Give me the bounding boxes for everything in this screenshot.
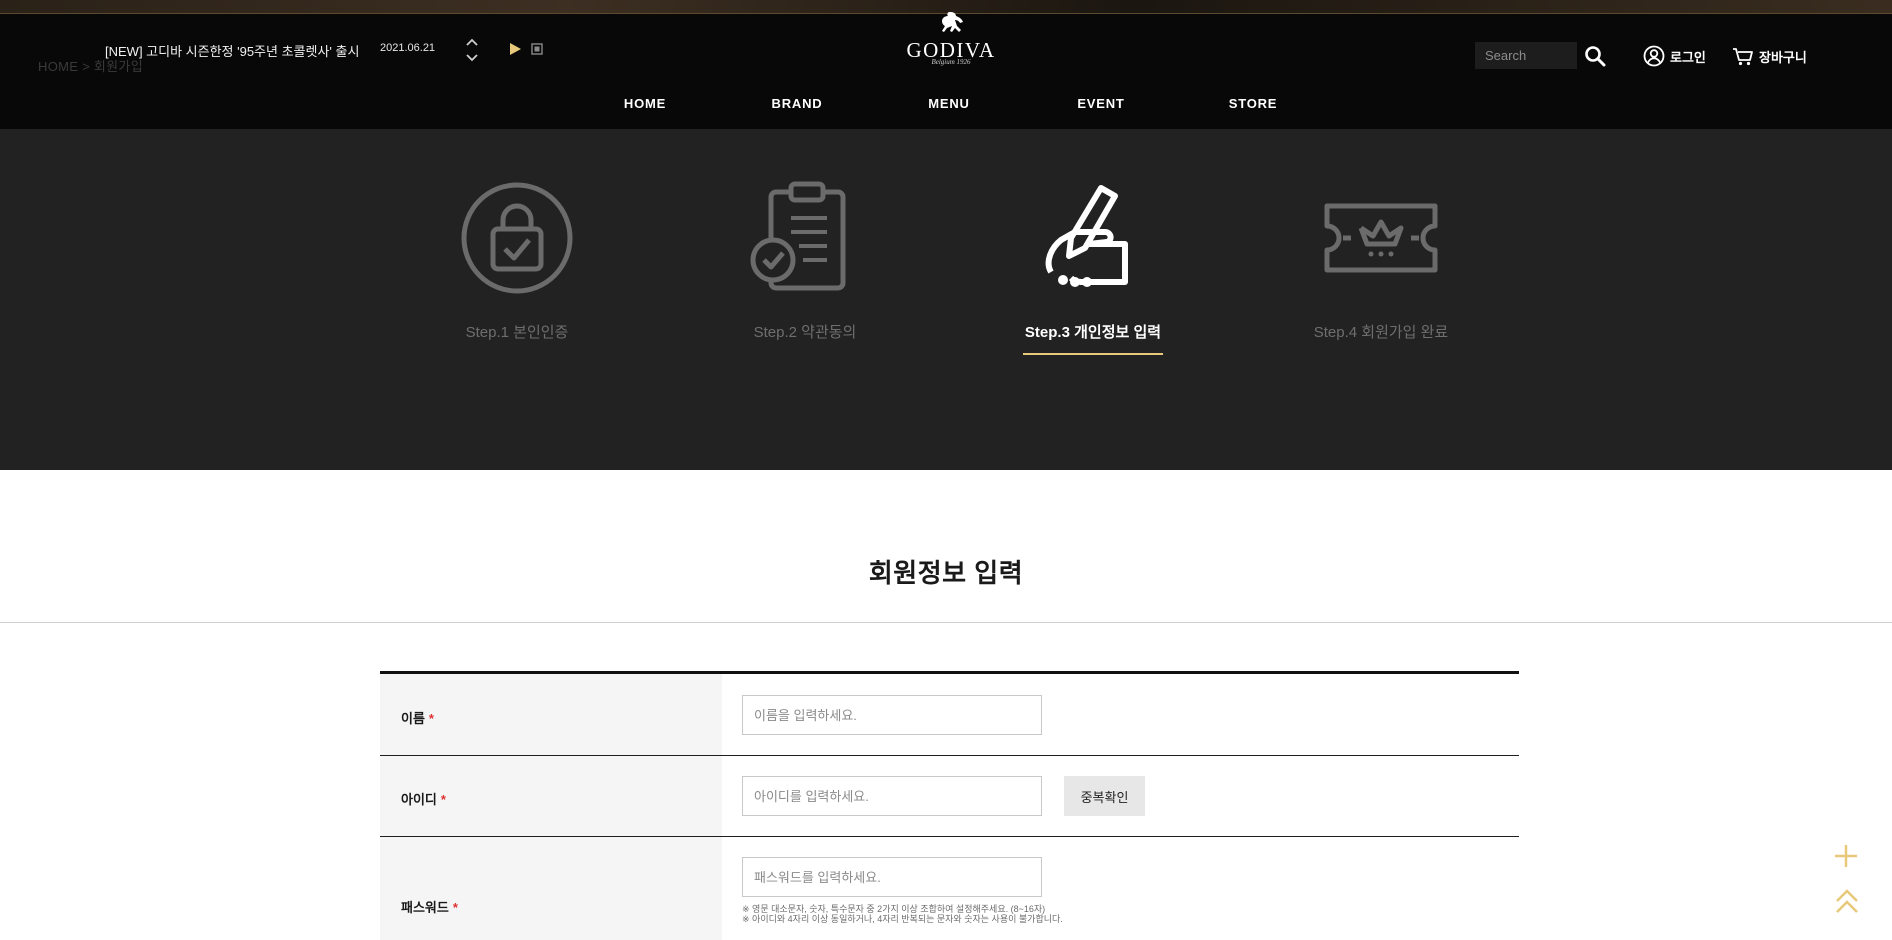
stop-icon[interactable] bbox=[531, 43, 543, 55]
signup-steps: Step.1 본인인증 Step.2 약관동의 Step.3 개인정보 입력 S… bbox=[0, 129, 1892, 470]
notice-date: 2021.06.21 bbox=[380, 42, 436, 54]
step-1-label: Step.1 본인인증 bbox=[465, 324, 569, 341]
name-input[interactable] bbox=[742, 695, 1042, 735]
name-label: 이름 * bbox=[401, 708, 434, 727]
play-icon[interactable] bbox=[508, 42, 522, 56]
form-row-name: 이름 * bbox=[380, 674, 1519, 756]
user-icon bbox=[1643, 45, 1665, 67]
row-head bbox=[380, 837, 722, 940]
password-input[interactable] bbox=[742, 857, 1042, 897]
active-step-underline bbox=[1023, 353, 1163, 355]
step-3-label: Step.3 개인정보 입력 bbox=[1024, 324, 1162, 341]
form-row-id: 아이디* 중복확인 bbox=[380, 756, 1519, 837]
notice-up-down-icon[interactable] bbox=[464, 35, 480, 65]
required-mark: * bbox=[452, 900, 458, 915]
id-label: 아이디 * bbox=[401, 789, 446, 808]
lock-check-icon bbox=[461, 182, 573, 294]
main-navigation: HOME BRAND MENU EVENT STORE bbox=[0, 96, 1892, 118]
step-4-label: Step.4 회원가입 완료 bbox=[1313, 324, 1449, 341]
site-header: HOME > 회원가입 [NEW] 고디바 시즌한정 '95주년 초콜렛사' 출… bbox=[0, 0, 1892, 129]
id-label-text: 아이디 bbox=[401, 792, 437, 807]
password-label: 패스워드 * bbox=[401, 897, 458, 916]
logo-tagline: Belgium 1926 bbox=[931, 58, 971, 66]
cart-label: 장바구니 bbox=[1759, 49, 1807, 65]
form-row-password: 패스워드 * ※ 영문 대소문자, 숫자, 특수문자 중 2가지 이상 조합하여 … bbox=[380, 837, 1519, 940]
nav-brand[interactable]: BRAND bbox=[772, 96, 823, 111]
duplicate-check-button[interactable]: 중복확인 bbox=[1064, 776, 1145, 816]
search-input[interactable] bbox=[1475, 42, 1577, 69]
password-hint: ※ 아이디와 4자리 이상 동일하거나, 4자리 반복되는 문자와 숫자는 사용… bbox=[742, 914, 1063, 924]
search-icon[interactable] bbox=[1584, 45, 1606, 67]
plus-icon[interactable] bbox=[1833, 843, 1859, 869]
nav-home[interactable]: HOME bbox=[624, 96, 666, 111]
required-mark: * bbox=[428, 711, 434, 726]
notice-headline[interactable]: [NEW] 고디바 시즌한정 '95주년 초콜렛사' 출시 bbox=[105, 41, 359, 60]
page-title: 회원정보 입력 bbox=[868, 558, 1024, 588]
godiva-logo[interactable]: GODIVA Belgium 1926 bbox=[905, 10, 997, 68]
name-label-text: 이름 bbox=[401, 711, 425, 726]
password-hint: ※ 영문 대소문자, 숫자, 특수문자 중 2가지 이상 조합하여 설정해주세요… bbox=[742, 904, 1046, 914]
crown-ticket-icon bbox=[1324, 203, 1438, 273]
login-link[interactable]: 로그인 bbox=[1643, 44, 1706, 68]
cart-icon bbox=[1733, 48, 1753, 66]
required-mark: * bbox=[440, 792, 446, 807]
step-2-label: Step.2 약관동의 bbox=[753, 324, 857, 341]
login-label: 로그인 bbox=[1670, 49, 1706, 65]
title-divider bbox=[0, 622, 1892, 623]
cart-link[interactable]: 장바구니 bbox=[1732, 44, 1807, 68]
scroll-top-icon[interactable] bbox=[1834, 887, 1860, 917]
nav-event[interactable]: EVENT bbox=[1077, 96, 1124, 111]
id-input[interactable] bbox=[742, 776, 1042, 816]
rider-emblem-icon bbox=[942, 12, 963, 32]
password-label-text: 패스워드 bbox=[401, 900, 449, 915]
hand-writing-icon bbox=[1045, 185, 1128, 287]
nav-store[interactable]: STORE bbox=[1229, 96, 1278, 111]
clipboard-check-icon bbox=[750, 181, 846, 291]
nav-menu[interactable]: MENU bbox=[928, 96, 969, 111]
